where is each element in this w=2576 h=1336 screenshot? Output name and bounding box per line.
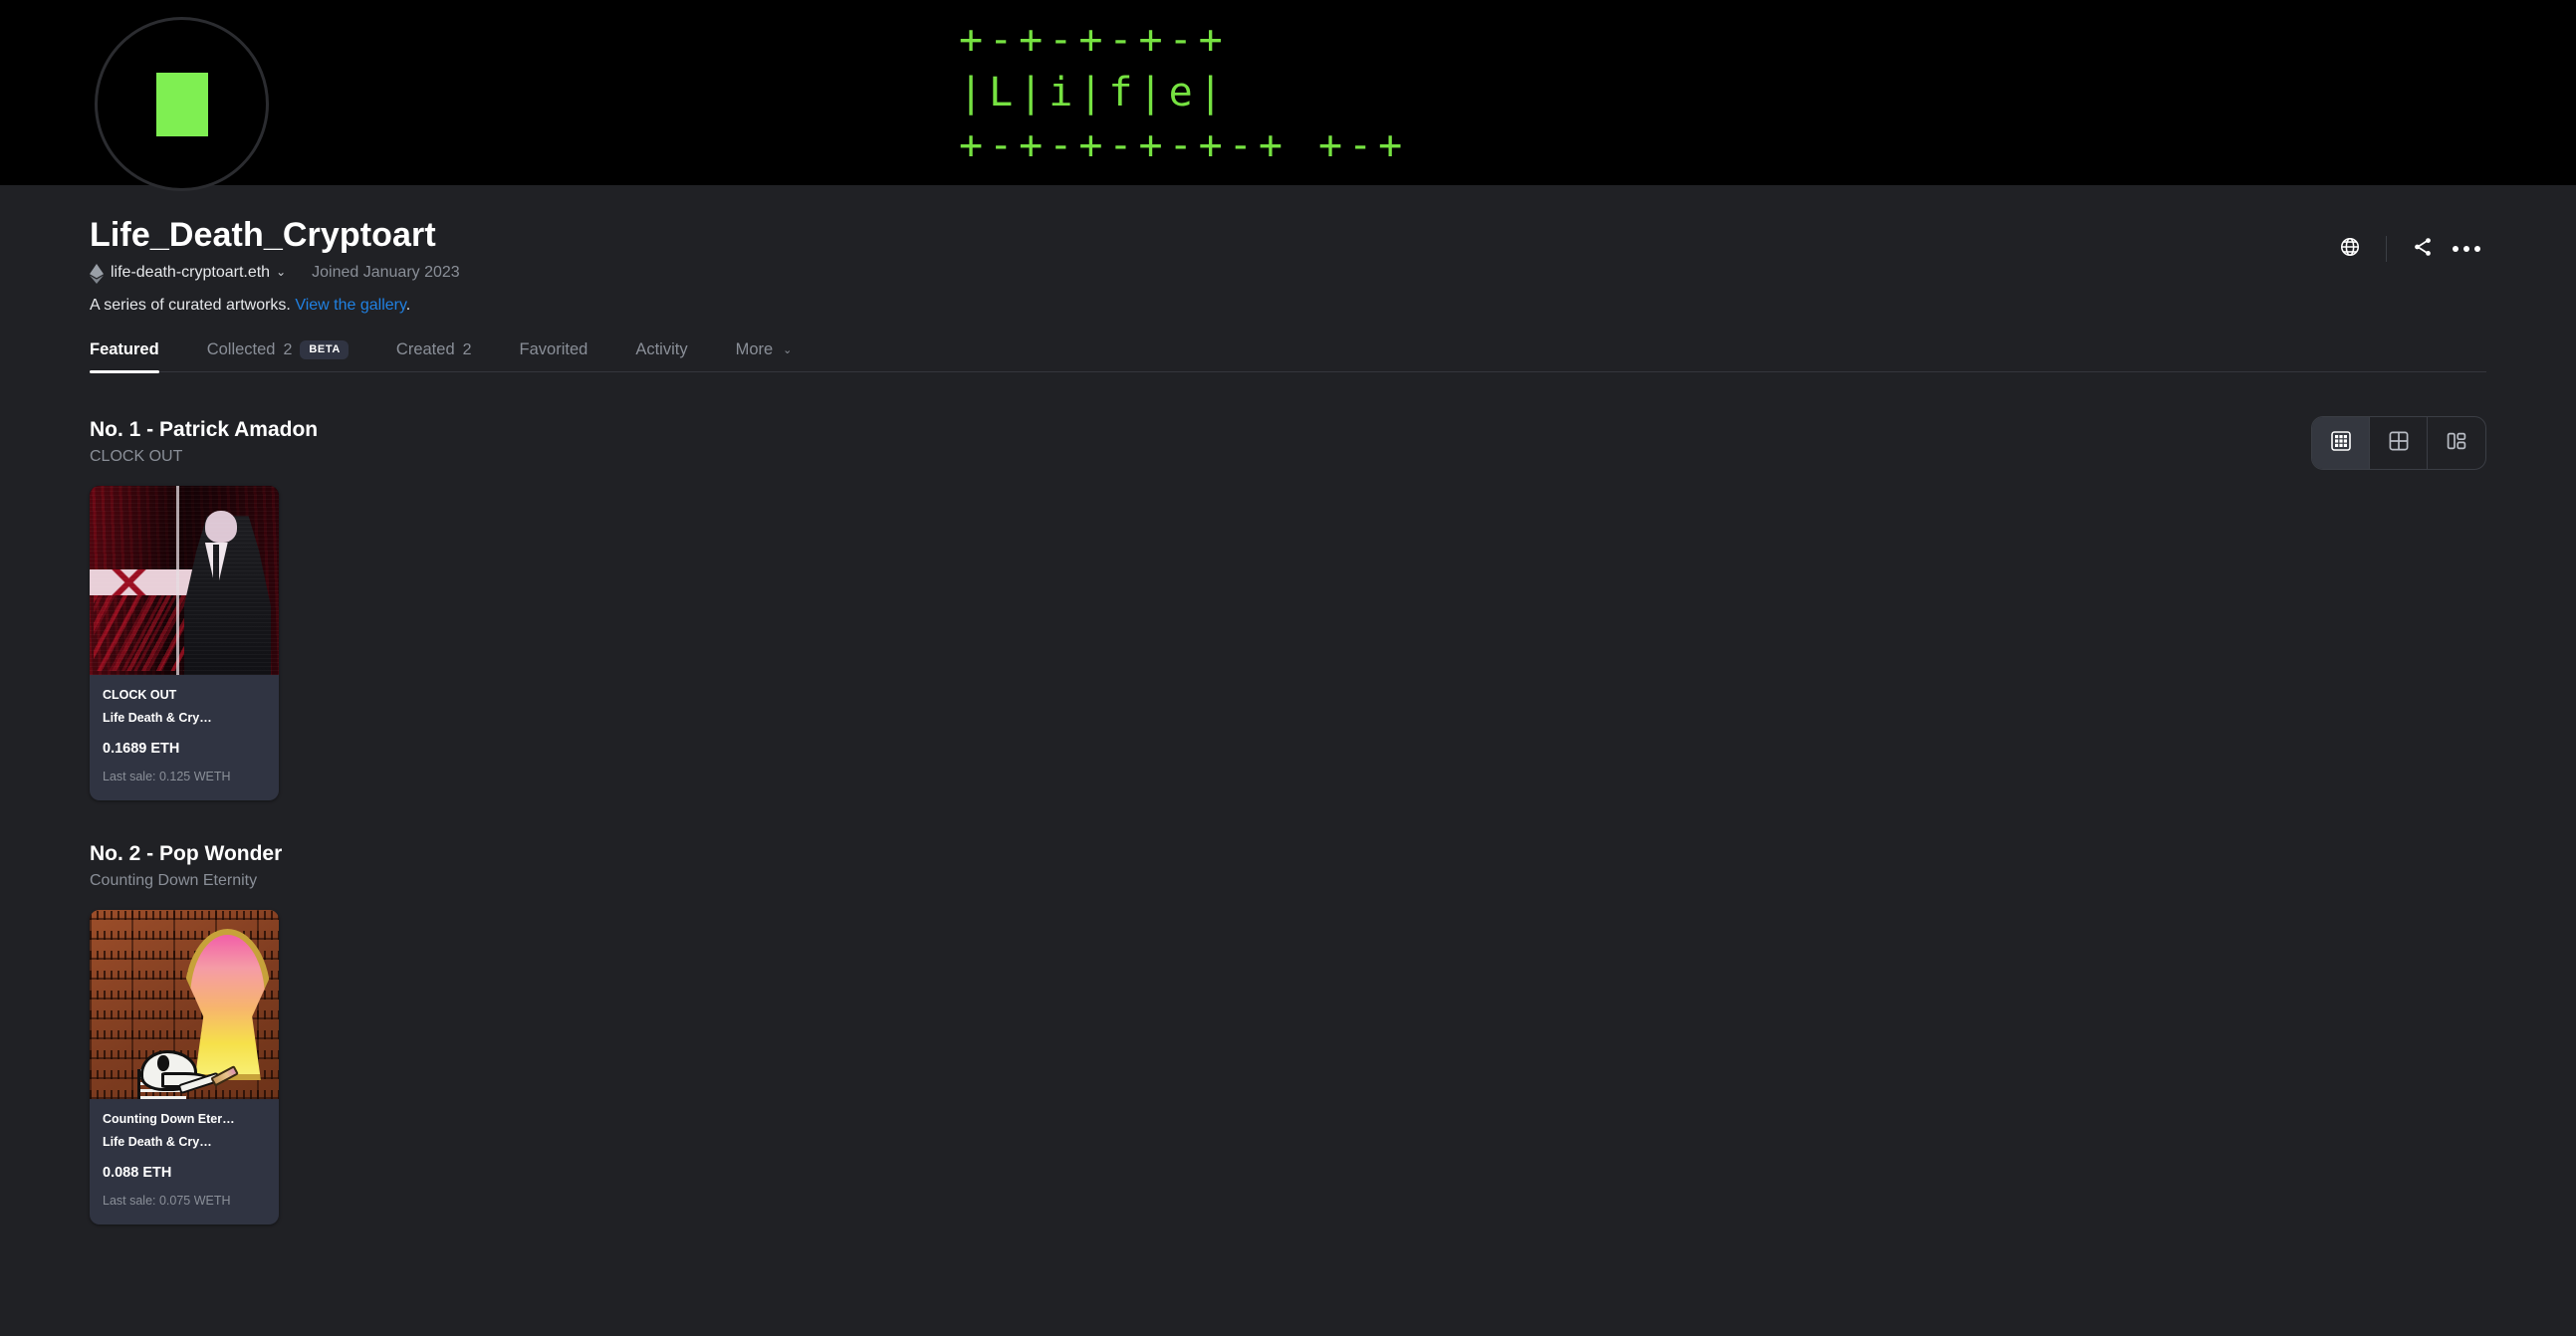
globe-icon xyxy=(2339,236,2361,263)
tab-label: Created xyxy=(395,340,455,358)
nft-price: 0.088 ETH xyxy=(103,1165,172,1181)
tab-featured[interactable]: Featured xyxy=(90,340,159,373)
profile-bio: A series of curated artworks. View the g… xyxy=(90,295,2486,317)
section-title: No. 1 - Patrick Amadon xyxy=(90,418,319,441)
avatar-green-mark xyxy=(155,72,208,136)
share-button[interactable] xyxy=(2401,227,2445,271)
list-detail-view-button[interactable] xyxy=(2428,417,2485,469)
profile-header: Life_Death_Cryptoart life-death-cryptoar… xyxy=(0,185,2576,317)
header-actions xyxy=(2328,227,2488,271)
tab-created[interactable]: Created 2 xyxy=(396,340,472,372)
featured-section: No. 1 - Patrick Amadon CLOCK OUT CLOCK O… xyxy=(90,372,2486,800)
view-toggle-group xyxy=(2311,416,2486,470)
tab-label: More xyxy=(735,340,774,358)
grid-large-view-button[interactable] xyxy=(2370,417,2428,469)
nft-price: 0.1689 ETH xyxy=(103,741,180,757)
section-header: No. 1 - Patrick Amadon CLOCK OUT xyxy=(90,416,2486,468)
tab-label: Collected xyxy=(206,340,276,358)
nft-last-sale: Last sale: 0.075 WETH xyxy=(103,1194,231,1208)
artwork-clock-out xyxy=(90,486,279,675)
more-button[interactable] xyxy=(2445,227,2488,271)
nft-collection: Life Death & Cry… xyxy=(103,711,212,725)
tab-count: 2 xyxy=(283,340,293,358)
featured-content: No. 1 - Patrick Amadon CLOCK OUT CLOCK O… xyxy=(0,372,2576,1225)
nft-name: Counting Down Eter… xyxy=(103,1112,235,1126)
nft-artwork xyxy=(90,486,279,675)
nft-name: CLOCK OUT xyxy=(103,688,177,702)
nft-card[interactable]: Counting Down Eter… Life Death & Cry… 0.… xyxy=(90,910,279,1225)
chevron-down-icon[interactable]: ⌄ xyxy=(276,265,286,279)
grid-small-icon xyxy=(2330,430,2351,456)
page-title: Life_Death_Cryptoart xyxy=(90,216,436,254)
avatar[interactable] xyxy=(95,17,269,191)
chevron-down-icon: ⌄ xyxy=(783,344,793,356)
tab-more[interactable]: More ⌄ xyxy=(736,340,793,372)
nft-artwork xyxy=(90,910,279,1099)
artwork-counting-down-eternity xyxy=(90,910,279,1099)
more-dots-icon xyxy=(2453,246,2480,252)
ethereum-icon xyxy=(90,264,104,284)
tab-count: 2 xyxy=(462,340,472,358)
tab-label: Favorited xyxy=(519,340,588,358)
list-detail-icon xyxy=(2447,431,2466,456)
tab-collected[interactable]: Collected 2 BETA xyxy=(207,340,349,372)
nft-last-sale: Last sale: 0.125 WETH xyxy=(103,770,231,783)
section-subtitle: CLOCK OUT xyxy=(90,448,183,465)
profile-meta: life-death-cryptoart.eth ⌄ Joined Januar… xyxy=(90,263,2486,284)
banner-ascii-art: +-+-+-+-+ |L|i|f|e| +-+-+-+-+-+ +-+ xyxy=(959,17,1409,168)
nft-card-body: CLOCK OUT Life Death & Cry… 0.1689 ETH L… xyxy=(90,675,279,800)
joined-date: Joined January 2023 xyxy=(312,264,460,281)
grid-large-icon xyxy=(2389,431,2409,456)
beta-badge: BETA xyxy=(300,340,349,359)
website-button[interactable] xyxy=(2328,227,2372,271)
profile-page: +-+-+-+-+ |L|i|f|e| +-+-+-+-+-+ +-+ Life… xyxy=(0,0,2576,1225)
actions-divider xyxy=(2386,236,2387,262)
view-gallery-link[interactable]: View the gallery xyxy=(295,297,405,314)
tab-activity[interactable]: Activity xyxy=(635,340,687,372)
nft-card-body: Counting Down Eter… Life Death & Cry… 0.… xyxy=(90,1099,279,1225)
grid-small-view-button[interactable] xyxy=(2312,417,2370,469)
bio-text: A series of curated artworks. xyxy=(90,297,291,314)
tab-label: Activity xyxy=(635,340,688,358)
bio-suffix: . xyxy=(405,297,411,314)
wallet-address[interactable]: life-death-cryptoart.eth xyxy=(111,263,270,283)
featured-section: No. 2 - Pop Wonder Counting Down Eternit… xyxy=(90,800,2486,1225)
section-title: No. 2 - Pop Wonder xyxy=(90,842,283,865)
profile-banner: +-+-+-+-+ |L|i|f|e| +-+-+-+-+-+ +-+ xyxy=(0,0,2576,185)
nft-collection: Life Death & Cry… xyxy=(103,1135,212,1149)
tab-favorited[interactable]: Favorited xyxy=(520,340,588,372)
tab-label: Featured xyxy=(90,340,159,358)
section-header: No. 2 - Pop Wonder Counting Down Eternit… xyxy=(90,840,2486,892)
nft-card[interactable]: CLOCK OUT Life Death & Cry… 0.1689 ETH L… xyxy=(90,486,279,800)
section-subtitle: Counting Down Eternity xyxy=(90,872,258,889)
share-icon xyxy=(2412,236,2434,263)
profile-tabs: Featured Collected 2 BETA Created 2 Favo… xyxy=(0,340,2576,373)
